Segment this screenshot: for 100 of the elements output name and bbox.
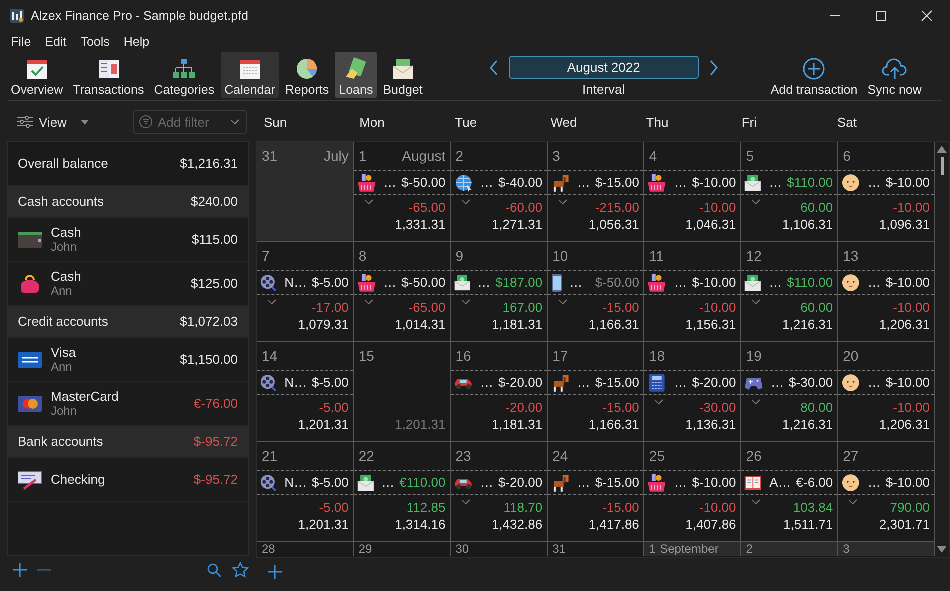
menu-item[interactable]: Help [124,35,150,49]
star-icon[interactable] [232,562,249,578]
day-number: 11 [649,248,664,264]
toolbar-tab[interactable]: Reports [281,52,334,98]
day-total: -15.00 [602,300,640,314]
day-total: -10.00 [699,300,736,314]
scroll-down-icon[interactable] [937,546,947,553]
expand-chevron-icon[interactable] [848,499,858,505]
expand-chevron-icon[interactable] [751,199,762,205]
toolbar-tab[interactable]: Budget [379,52,427,98]
interval-field[interactable]: August 2022 [508,56,699,79]
expand-chevron-icon[interactable] [558,299,568,305]
calendar-day[interactable]: 14 N… $-5.00 -5.00 1,201.31 [257,342,354,442]
calendar-day[interactable]: 1 September [644,542,742,556]
calendar-day[interactable]: 5 … $110.00 60.00 1,106.31 [741,142,838,242]
calendar-day[interactable]: 24 … $-15.00 -15.00 1,417.86 [548,442,644,542]
expand-chevron-icon[interactable] [751,399,762,405]
expand-chevron-icon[interactable] [364,299,374,305]
calendar-day[interactable]: 3 [838,542,935,556]
expand-chevron-icon[interactable] [751,499,762,505]
expand-chevron-icon[interactable] [558,199,568,205]
calendar-day[interactable]: 13 … $-10.00 -10.00 1,206.31 [838,242,935,342]
calendar-day[interactable]: 31 [548,542,644,556]
transaction-amount: $-50.00 [402,275,446,290]
day-balance: 1,166.31 [588,317,640,332]
calendar-day[interactable]: 16 … $-20.00 -20.00 1,181.31 [450,342,548,442]
toolbar-tab[interactable]: Calendar [220,52,280,98]
calendar-day[interactable]: 9 … $187.00 167.00 1,181.31 [450,242,548,342]
expand-chevron-icon[interactable] [460,499,471,505]
calendar-day[interactable]: 15 1,201.31 [354,342,451,442]
add-icon[interactable] [13,563,27,577]
calendar-day[interactable]: 2 [741,542,838,556]
add-icon[interactable] [268,565,282,579]
scrollbar[interactable] [935,142,949,557]
chevron-left-icon[interactable] [488,60,499,76]
account-row[interactable]: Visa Ann $1,150.00 [8,338,248,382]
toolbar-button[interactable]: Sync now [866,52,924,98]
search-icon[interactable] [207,562,222,578]
filter-field[interactable]: Add filter [133,110,247,134]
transaction-amount: $-20.00 [692,375,736,390]
menu-item[interactable]: Tools [80,35,110,49]
expand-chevron-icon[interactable] [364,199,374,205]
transaction-amount: $-5.00 [312,475,349,490]
menu-item[interactable]: File [11,35,32,49]
menu-item[interactable]: Edit [45,35,67,49]
toolbar-tab[interactable]: Overview [7,52,68,98]
day-balance: 1,201.31 [298,517,349,532]
calendar-day[interactable]: 10 … $-50.00 -15.00 1,166.31 [548,242,644,342]
toolbar-tab[interactable]: Transactions [69,52,148,98]
calendar-day[interactable]: 2 … $-40.00 -60.00 1,271.31 [450,142,548,242]
calendar-day[interactable]: 26 A… €-6.00 103.84 1,511.71 [741,442,838,542]
expand-chevron-icon[interactable] [460,299,471,305]
day-number: 27 [843,448,859,464]
day-number: 12 [746,248,762,264]
calendar-day[interactable]: 3 … $-15.00 -215.00 1,056.31 [548,142,644,242]
calendar-day[interactable]: 11 … $-10.00 -10.00 1,156.31 [644,242,742,342]
account-row[interactable]: Cash John $115.00 [8,218,248,262]
day-number: 16 [456,348,472,364]
day-balance: 1,136.31 [686,417,736,432]
calendar-day[interactable]: 30 [450,542,548,556]
calendar-day[interactable]: 31 July [257,142,354,242]
account-group-row[interactable]: Bank accounts $-95.72 [8,426,248,458]
expand-chevron-icon[interactable] [267,299,277,305]
chevron-right-icon[interactable] [708,60,719,76]
calendar-day[interactable]: 25 … $-10.00 -10.00 1,407.86 [644,442,742,542]
scroll-thumb[interactable] [940,157,944,175]
expand-chevron-icon[interactable] [460,199,471,205]
toolbar-tab[interactable]: Categories [150,52,219,98]
calendar-day[interactable]: 21 N… $-5.00 -5.00 1,201.31 [257,442,354,542]
expand-chevron-icon[interactable] [654,399,664,405]
calendar-day[interactable]: 4 … $-10.00 -10.00 1,046.31 [644,142,742,242]
calendar-day[interactable]: 27 … $-10.00 790.00 2,301.71 [838,442,935,542]
calendar-day[interactable]: 19 … $-30.00 80.00 1,216.31 [741,342,838,442]
account-group-row[interactable]: Cash accounts $240.00 [8,186,248,218]
toolbar-button[interactable]: Add transaction [768,52,860,98]
calendar-day[interactable]: 8 … $-50.00 -65.00 1,014.31 [354,242,451,342]
grocery-basket-icon [647,172,668,192]
calendar-day[interactable]: 20 … $-10.00 -10.00 1,206.31 [838,342,935,442]
day-number: 21 [262,448,278,464]
account-group-row[interactable]: Credit accounts $1,072.03 [8,306,248,338]
calendar-day[interactable]: 12 … $110.00 60.00 1,216.31 [741,242,838,342]
day-number: 1 [358,148,367,164]
day-balance: 1,216.31 [782,317,834,332]
close-icon[interactable] [921,10,933,22]
view-button[interactable]: View [7,114,123,130]
day-balance: 1,206.31 [879,417,930,432]
scroll-up-icon[interactable] [937,146,947,153]
calendar-day[interactable]: 17 … $-15.00 -15.00 1,166.31 [548,342,644,442]
account-row[interactable]: Checking $-95.72 [8,458,248,502]
calendar-day[interactable]: 22 … €110.00 112.85 1,314.16 [354,442,451,542]
calendar-day[interactable]: 6 … $-10.00 -10.00 1,096.31 [838,142,935,242]
toolbar-tab[interactable]: Loans [335,52,378,98]
calendar-day[interactable]: 1 August … $-50.00 -65.00 1,331.31 [354,142,451,242]
day-total: 60.00 [800,200,834,214]
transaction-description: … [384,275,397,290]
calendar-day[interactable]: 18 … $-20.00 -30.00 1,136.31 [644,342,742,442]
calendar-day[interactable]: 23 … $-20.00 118.70 1,432.86 [450,442,548,542]
calendar-day[interactable]: 7 N… $-5.00 -17.00 1,079.31 [257,242,354,342]
maximize-icon[interactable] [875,10,887,22]
expand-chevron-icon[interactable] [751,299,762,305]
